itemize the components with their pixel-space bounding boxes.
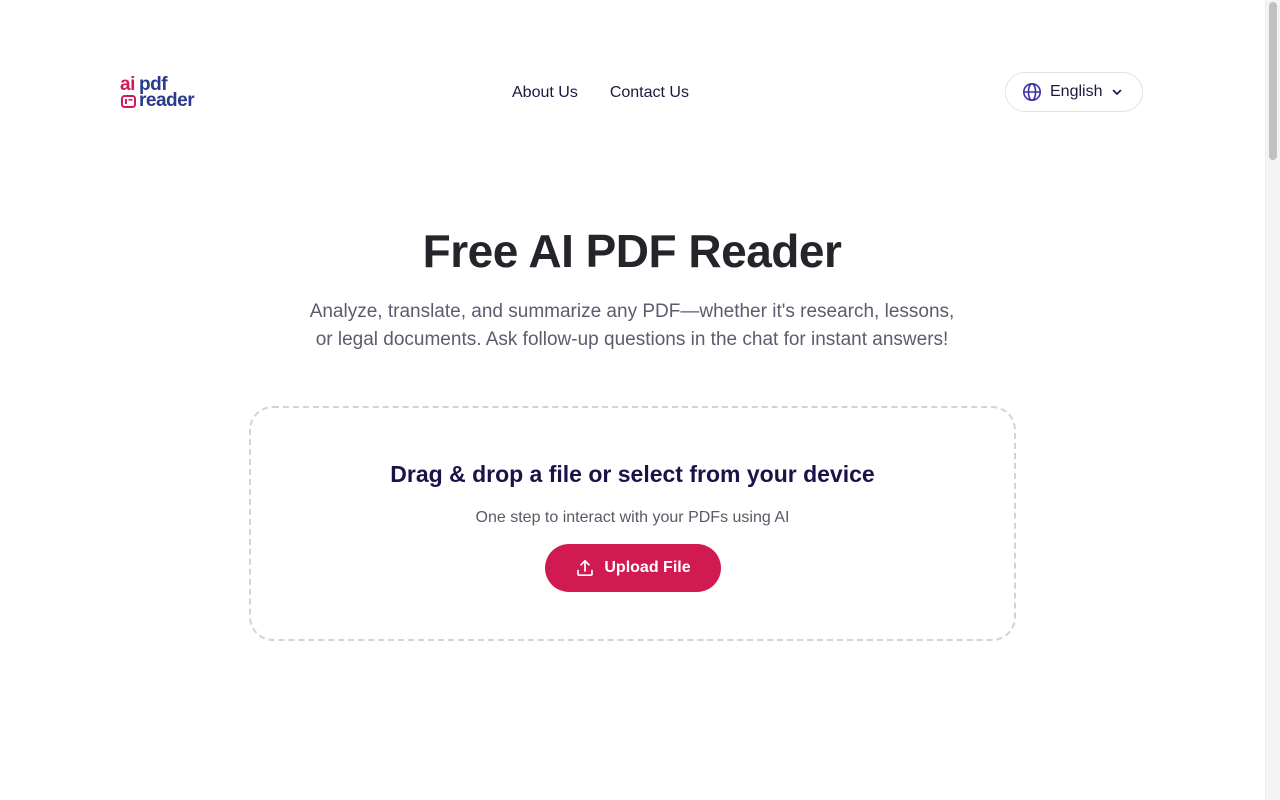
- upload-icon: [577, 559, 594, 577]
- chevron-down-icon: [1113, 89, 1122, 95]
- upload-file-button[interactable]: Upload File: [545, 544, 721, 592]
- page: ai pdf reader About Us Contact Us Englis…: [0, 0, 1280, 800]
- logo-ai-text: ai: [120, 74, 135, 95]
- page-title: Free AI PDF Reader: [422, 225, 842, 277]
- globe-icon: [1023, 83, 1041, 101]
- vertical-scrollbar[interactable]: [1265, 0, 1280, 800]
- language-label: English: [1050, 83, 1103, 100]
- hero-subtitle: Analyze, translate, and summarize any PD…: [309, 301, 955, 350]
- scrollbar-thumb[interactable]: [1269, 2, 1277, 160]
- nav-contact-us[interactable]: Contact Us: [610, 82, 689, 104]
- dropzone-title: Drag & drop a file or select from your d…: [390, 461, 875, 487]
- upload-button-label: Upload File: [604, 559, 691, 576]
- dropzone-subtitle: One step to interact with your PDFs usin…: [475, 509, 790, 526]
- main-nav: About Us Contact Us: [512, 82, 689, 104]
- nav-about-us[interactable]: About Us: [512, 82, 578, 104]
- document-icon: [121, 95, 136, 108]
- file-dropzone[interactable]: Drag & drop a file or select from your d…: [249, 406, 1016, 641]
- language-selector[interactable]: English: [1005, 72, 1143, 112]
- logo[interactable]: ai pdf reader: [120, 74, 204, 111]
- logo-reader-text: reader: [139, 90, 195, 111]
